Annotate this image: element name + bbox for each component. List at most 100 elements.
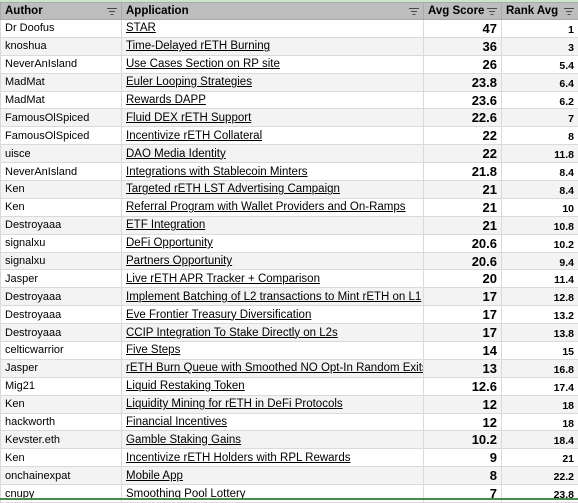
- application-link[interactable]: Financial Incentives: [126, 416, 227, 428]
- application-cell[interactable]: Targeted rETH LST Advertising Campaign: [122, 181, 424, 199]
- application-cell[interactable]: Use Cases Section on RP site: [122, 55, 424, 73]
- rank-avg-cell[interactable]: 6.4: [502, 73, 578, 91]
- author-cell[interactable]: uisce: [1, 145, 122, 163]
- application-link[interactable]: DAO Media Identity: [126, 148, 226, 160]
- application-cell[interactable]: Euler Looping Strategies: [122, 73, 424, 91]
- author-cell[interactable]: Ken: [1, 395, 122, 413]
- avg-score-cell[interactable]: 26: [424, 55, 502, 73]
- avg-score-cell[interactable]: 14: [424, 342, 502, 360]
- column-header-author[interactable]: Author: [1, 3, 122, 20]
- author-cell[interactable]: Jasper: [1, 270, 122, 288]
- application-cell[interactable]: Time-Delayed rETH Burning: [122, 37, 424, 55]
- avg-score-cell[interactable]: 13: [424, 359, 502, 377]
- rank-avg-cell[interactable]: 8.4: [502, 163, 578, 181]
- avg-score-cell[interactable]: 47: [424, 20, 502, 38]
- avg-score-cell[interactable]: 22.6: [424, 109, 502, 127]
- avg-score-cell[interactable]: 20: [424, 270, 502, 288]
- avg-score-cell[interactable]: 20.6: [424, 252, 502, 270]
- author-cell[interactable]: Dr Doofus: [1, 20, 122, 38]
- avg-score-cell[interactable]: 36: [424, 37, 502, 55]
- application-cell[interactable]: ETF Integration: [122, 216, 424, 234]
- application-cell[interactable]: STAR: [122, 20, 424, 38]
- author-cell[interactable]: Destroyaaa: [1, 324, 122, 342]
- application-cell[interactable]: Incentivize rETH Collateral: [122, 127, 424, 145]
- rank-avg-cell[interactable]: 8.4: [502, 181, 578, 199]
- author-cell[interactable]: Kevster.eth: [1, 431, 122, 449]
- application-cell[interactable]: rETH Burn Queue with Smoothed NO Opt-In …: [122, 359, 424, 377]
- application-cell[interactable]: Incentivize rETH Holders with RPL Reward…: [122, 449, 424, 467]
- author-cell[interactable]: Ken: [1, 181, 122, 199]
- avg-score-cell[interactable]: 17: [424, 324, 502, 342]
- application-cell[interactable]: Eve Frontier Treasury Diversification: [122, 306, 424, 324]
- application-cell[interactable]: Mobile App: [122, 467, 424, 485]
- author-cell[interactable]: FamousOlSpiced: [1, 127, 122, 145]
- rank-avg-cell[interactable]: 22.2: [502, 467, 578, 485]
- application-link[interactable]: Targeted rETH LST Advertising Campaign: [126, 183, 340, 195]
- application-cell[interactable]: Integrations with Stablecoin Minters: [122, 163, 424, 181]
- rank-avg-cell[interactable]: 5.4: [502, 55, 578, 73]
- application-cell[interactable]: Referral Program with Wallet Providers a…: [122, 198, 424, 216]
- application-link[interactable]: ETF Integration: [126, 219, 205, 231]
- avg-score-cell[interactable]: 12: [424, 413, 502, 431]
- application-link[interactable]: Euler Looping Strategies: [126, 76, 252, 88]
- avg-score-cell[interactable]: 21.8: [424, 163, 502, 181]
- author-cell[interactable]: hackworth: [1, 413, 122, 431]
- application-link[interactable]: rETH Burn Queue with Smoothed NO Opt-In …: [126, 362, 424, 374]
- rank-avg-cell[interactable]: 17.4: [502, 377, 578, 395]
- avg-score-cell[interactable]: 23.8: [424, 73, 502, 91]
- application-link[interactable]: Fluid DEX rETH Support: [126, 112, 251, 124]
- avg-score-cell[interactable]: 23.6: [424, 91, 502, 109]
- rank-avg-cell[interactable]: 1: [502, 20, 578, 38]
- rank-avg-cell[interactable]: 13.2: [502, 306, 578, 324]
- filter-icon[interactable]: [564, 8, 574, 15]
- application-link[interactable]: Five Steps: [126, 344, 180, 356]
- application-link[interactable]: Liquid Restaking Token: [126, 380, 245, 392]
- avg-score-cell[interactable]: 12.6: [424, 377, 502, 395]
- application-cell[interactable]: Financial Incentives: [122, 413, 424, 431]
- application-cell[interactable]: Gamble Staking Gains: [122, 431, 424, 449]
- author-cell[interactable]: celticwarrior: [1, 342, 122, 360]
- rank-avg-cell[interactable]: 16.8: [502, 359, 578, 377]
- rank-avg-cell[interactable]: 12.8: [502, 288, 578, 306]
- rank-avg-cell[interactable]: 18: [502, 395, 578, 413]
- rank-avg-cell[interactable]: 11.4: [502, 270, 578, 288]
- filter-icon[interactable]: [409, 8, 419, 15]
- avg-score-cell[interactable]: 21: [424, 198, 502, 216]
- rank-avg-cell[interactable]: 6.2: [502, 91, 578, 109]
- author-cell[interactable]: MadMat: [1, 91, 122, 109]
- avg-score-cell[interactable]: 17: [424, 306, 502, 324]
- author-cell[interactable]: signalxu: [1, 252, 122, 270]
- column-header-avg-score[interactable]: Avg Score: [424, 3, 502, 20]
- application-link[interactable]: STAR: [126, 22, 156, 34]
- author-cell[interactable]: MadMat: [1, 73, 122, 91]
- rank-avg-cell[interactable]: 18.4: [502, 431, 578, 449]
- author-cell[interactable]: signalxu: [1, 234, 122, 252]
- avg-score-cell[interactable]: 9: [424, 449, 502, 467]
- rank-avg-cell[interactable]: 7: [502, 109, 578, 127]
- application-link[interactable]: CCIP Integration To Stake Directly on L2…: [126, 327, 338, 339]
- application-link[interactable]: Live rETH APR Tracker + Comparison: [126, 273, 320, 285]
- application-cell[interactable]: Five Steps: [122, 342, 424, 360]
- application-link[interactable]: Integrations with Stablecoin Minters: [126, 166, 308, 178]
- application-link[interactable]: Implement Batching of L2 transactions to…: [126, 291, 421, 303]
- application-cell[interactable]: Liquid Restaking Token: [122, 377, 424, 395]
- avg-score-cell[interactable]: 21: [424, 216, 502, 234]
- author-cell[interactable]: Destroyaaa: [1, 306, 122, 324]
- author-cell[interactable]: Ken: [1, 198, 122, 216]
- application-cell[interactable]: Fluid DEX rETH Support: [122, 109, 424, 127]
- avg-score-cell[interactable]: 22: [424, 127, 502, 145]
- application-link[interactable]: Gamble Staking Gains: [126, 434, 241, 446]
- rank-avg-cell[interactable]: 13.8: [502, 324, 578, 342]
- application-link[interactable]: Eve Frontier Treasury Diversification: [126, 309, 311, 321]
- application-link[interactable]: Incentivize rETH Collateral: [126, 130, 262, 142]
- rank-avg-cell[interactable]: 18: [502, 413, 578, 431]
- application-link[interactable]: Referral Program with Wallet Providers a…: [126, 201, 406, 213]
- avg-score-cell[interactable]: 21: [424, 181, 502, 199]
- author-cell[interactable]: knoshua: [1, 37, 122, 55]
- author-cell[interactable]: NeverAnIsland: [1, 163, 122, 181]
- application-link[interactable]: Use Cases Section on RP site: [126, 58, 280, 70]
- avg-score-cell[interactable]: 10.2: [424, 431, 502, 449]
- column-header-rank-avg[interactable]: Rank Avg: [502, 3, 578, 20]
- author-cell[interactable]: NeverAnIsland: [1, 55, 122, 73]
- application-cell[interactable]: Live rETH APR Tracker + Comparison: [122, 270, 424, 288]
